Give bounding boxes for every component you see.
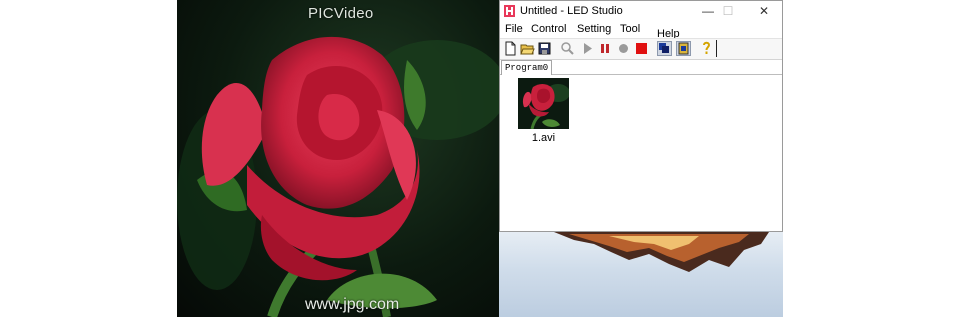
rose-image xyxy=(177,36,499,317)
close-button[interactable]: ✕ xyxy=(750,2,778,21)
tab-program0[interactable]: Program0 xyxy=(501,60,553,75)
toolbar xyxy=(500,38,782,60)
app-icon xyxy=(504,5,515,17)
media-item-label: 1.avi xyxy=(531,132,556,144)
open-folder-icon[interactable] xyxy=(520,41,535,56)
menu-file[interactable]: File xyxy=(505,23,523,35)
program-tabs: Program0 xyxy=(500,59,782,75)
window-mode-icon[interactable] xyxy=(657,41,672,56)
stop-circle-icon[interactable] xyxy=(616,41,631,56)
zoom-icon[interactable] xyxy=(560,41,575,56)
title-bar[interactable]: Untitled - LED Studio — ☐ ✕ xyxy=(500,1,782,22)
menu-tool[interactable]: Tool xyxy=(620,23,640,35)
mountain-reflection-image xyxy=(554,232,769,272)
video-watermark-top: PICVideo xyxy=(308,5,374,22)
toolbar-separator xyxy=(716,40,717,57)
save-icon[interactable] xyxy=(537,41,552,56)
menu-bar: File Control Setting Tool Help xyxy=(500,22,782,40)
media-list-panel: 1.avi xyxy=(500,75,782,231)
pause-icon[interactable] xyxy=(598,41,613,56)
maximize-button[interactable]: ☐ xyxy=(714,2,742,21)
desktop-background xyxy=(499,232,783,317)
rose-thumbnail-image xyxy=(522,84,569,129)
window-title: Untitled - LED Studio xyxy=(520,5,623,17)
layout-icon[interactable] xyxy=(676,41,691,56)
play-icon[interactable] xyxy=(580,41,595,56)
menu-setting[interactable]: Setting xyxy=(577,23,611,35)
video-watermark-bottom: www.jpg.com xyxy=(305,296,400,313)
stop-square-icon[interactable] xyxy=(634,41,649,56)
led-studio-window: Untitled - LED Studio — ☐ ✕ File Control… xyxy=(499,0,783,232)
media-thumbnail[interactable] xyxy=(518,78,569,129)
help-icon[interactable] xyxy=(699,41,714,56)
new-file-icon[interactable] xyxy=(503,41,518,56)
video-preview: PICVideo www.jpg.com xyxy=(177,0,499,317)
menu-control[interactable]: Control xyxy=(531,23,566,35)
